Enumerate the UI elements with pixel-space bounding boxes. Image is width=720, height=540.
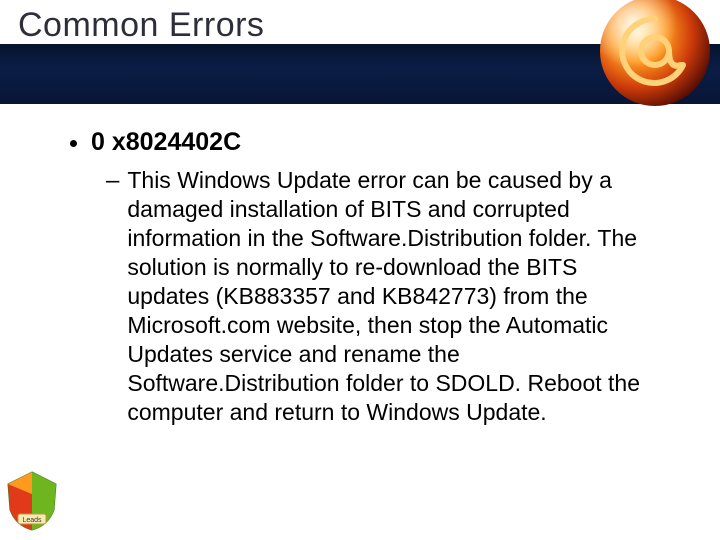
slide: Common Errors <box>0 0 720 540</box>
badge-label: Leads <box>22 517 42 524</box>
error-code: 0 x8024402C <box>91 128 241 157</box>
slide-title: Common Errors <box>18 6 264 45</box>
bullet-level2: – This Windows Update error can be cause… <box>106 166 654 427</box>
at-sign-icon <box>596 0 714 110</box>
error-description: This Windows Update error can be caused … <box>127 166 654 427</box>
dash-icon: – <box>106 166 119 196</box>
leads-badge-icon: Leads <box>4 470 60 532</box>
bullet-dot-icon <box>70 140 77 147</box>
bullet-level1: 0 x8024402C <box>70 128 660 157</box>
